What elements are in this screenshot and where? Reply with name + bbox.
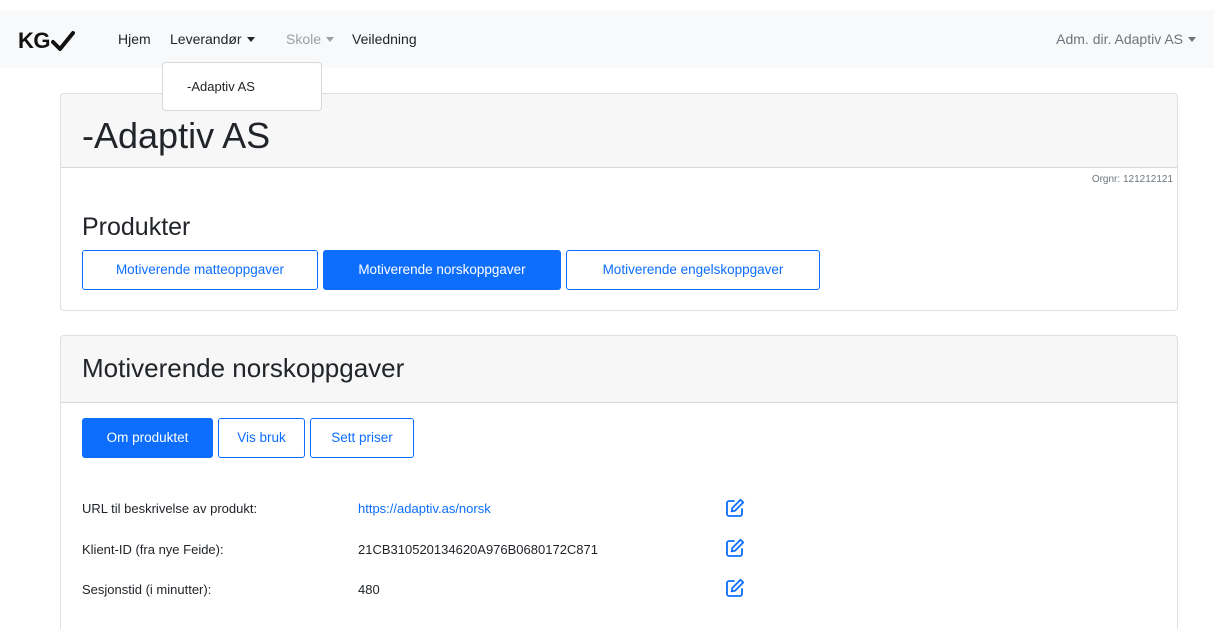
- edit-icon[interactable]: [725, 538, 745, 558]
- checkmark-icon: [51, 31, 75, 51]
- nav-item-hjem[interactable]: Hjem: [118, 10, 151, 68]
- caret-down-icon: [246, 36, 255, 42]
- orgnr-text: Orgnr: 121212121: [1091, 174, 1173, 185]
- product-card-header: Motiverende norskoppgaver: [61, 336, 1177, 403]
- nav-item-label: Hjem: [118, 31, 151, 47]
- dropdown-item-adaptiv[interactable]: -Adaptiv AS: [163, 71, 321, 103]
- nav-item-leverandor[interactable]: Leverandør: [170, 10, 255, 68]
- leverandor-dropdown-menu: -Adaptiv AS: [162, 62, 322, 111]
- field-label-url: URL til beskrivelse av produkt:: [82, 501, 258, 516]
- product-button-engelsk[interactable]: Motiverende engelskoppgaver: [566, 250, 820, 290]
- tab-om-produktet[interactable]: Om produktet: [82, 418, 213, 458]
- nav-item-skole[interactable]: Skole: [286, 10, 335, 68]
- brand-logo[interactable]: KG: [18, 28, 75, 54]
- nav-item-label: Skole: [286, 31, 322, 47]
- field-value-klient-id: 21CB310520134620A976B0680172C871: [358, 542, 598, 557]
- supplier-title: -Adaptiv AS: [82, 115, 271, 156]
- edit-icon[interactable]: [725, 578, 745, 598]
- caret-down-icon: [1188, 36, 1196, 42]
- nav-item-label: Leverandør: [170, 31, 242, 47]
- field-value-sesjonstid: 480: [358, 582, 380, 597]
- nav-item-veiledning[interactable]: Veiledning: [352, 10, 417, 68]
- product-button-norsk[interactable]: Motiverende norskoppgaver: [323, 250, 561, 290]
- field-label-klient-id: Klient-ID (fra nye Feide):: [82, 542, 224, 557]
- tab-vis-bruk[interactable]: Vis bruk: [218, 418, 305, 458]
- field-label-sesjonstid: Sesjonstid (i minutter):: [82, 582, 212, 597]
- product-card: Motiverende norskoppgaver Om produktet V…: [60, 335, 1178, 629]
- field-value-url[interactable]: https://adaptiv.as/norsk: [358, 501, 491, 516]
- brand-text: KG: [18, 28, 51, 53]
- supplier-card: -Adaptiv AS Orgnr: 121212121 Produkter M…: [60, 93, 1178, 311]
- navbar: KG Hjem Leverandør Skole Veiledning Adm.…: [0, 10, 1214, 68]
- products-heading: Produkter: [82, 213, 191, 241]
- edit-icon[interactable]: [725, 498, 745, 518]
- user-menu[interactable]: Adm. dir. Adaptiv AS: [1056, 10, 1196, 68]
- tab-sett-priser[interactable]: Sett priser: [310, 418, 414, 458]
- product-button-matte[interactable]: Motiverende matteoppgaver: [82, 250, 318, 290]
- user-menu-label: Adm. dir. Adaptiv AS: [1056, 31, 1183, 47]
- nav-item-label: Veiledning: [352, 31, 417, 47]
- caret-down-icon: [326, 36, 335, 42]
- product-title: Motiverende norskoppgaver: [82, 353, 405, 383]
